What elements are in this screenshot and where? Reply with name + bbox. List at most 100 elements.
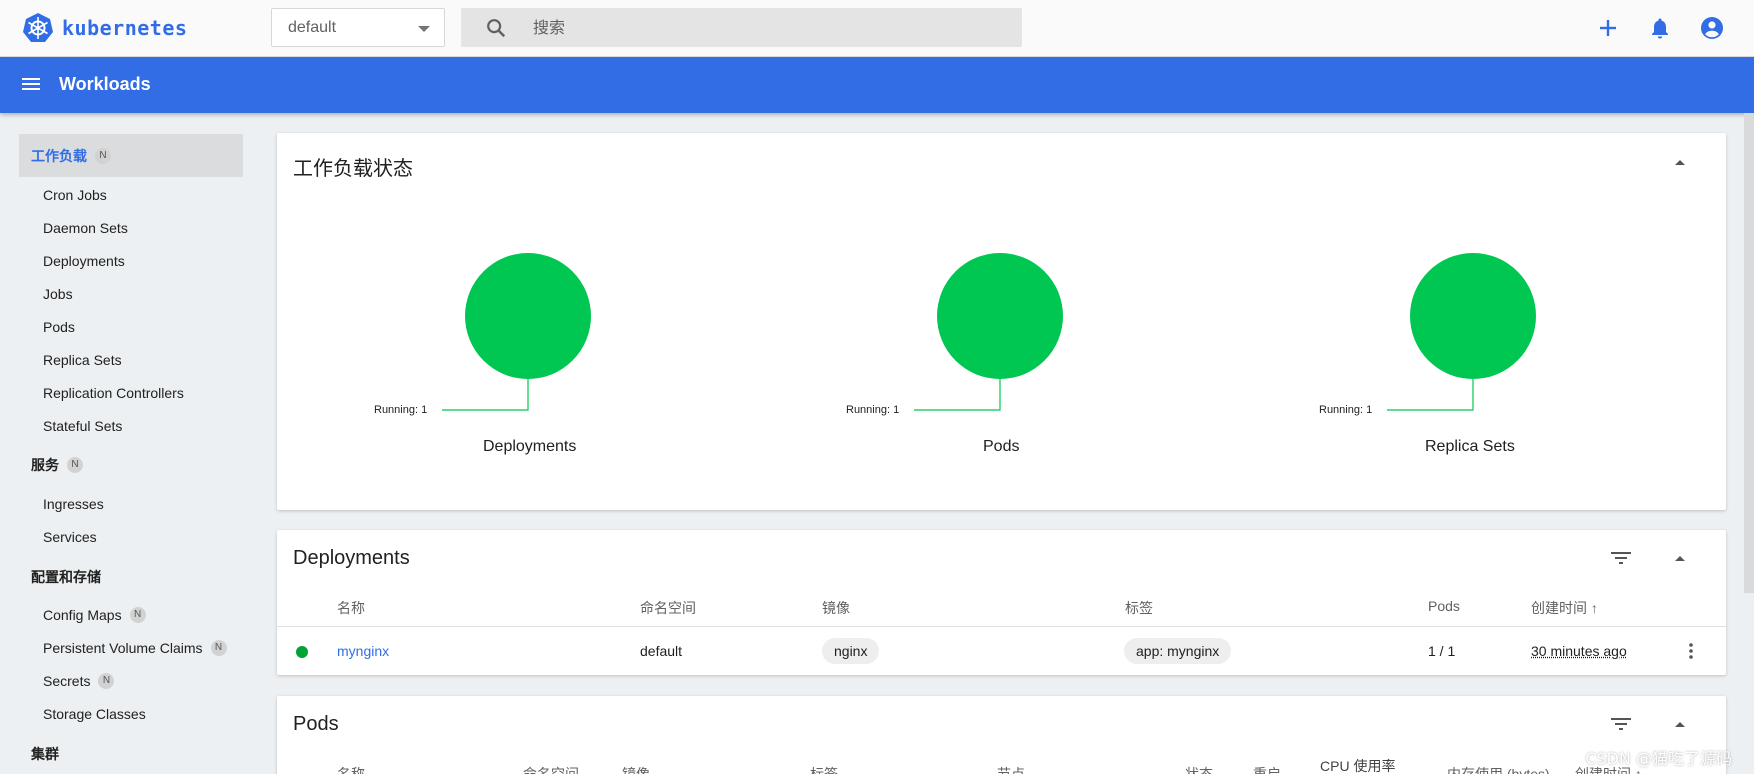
namespaced-badge: N <box>130 607 146 623</box>
sidebar-group-services[interactable]: 服务 N <box>19 443 243 486</box>
pods-cell: 1 / 1 <box>1428 643 1455 659</box>
running-status-icon <box>296 646 308 658</box>
sidebar-item-label: Cron Jobs <box>43 187 107 203</box>
running-legend: Running: 1 <box>1319 404 1372 416</box>
page-title: Workloads <box>59 74 151 95</box>
column-header-label: 创建时间 <box>1531 600 1587 616</box>
sidebar-item-ingresses[interactable]: Ingresses <box>43 496 104 512</box>
column-header-name[interactable]: 名称 <box>337 598 365 618</box>
sidebar-item-label: Ingresses <box>43 496 104 512</box>
create-button[interactable] <box>1593 13 1623 43</box>
kubernetes-logo[interactable]: kubernetes <box>22 12 187 44</box>
sidebar-item-label: Deployments <box>43 253 125 269</box>
sidebar: 工作负载 N Cron Jobs Daemon Sets Deployments… <box>0 113 260 774</box>
running-legend: Running: 1 <box>846 404 899 416</box>
notifications-button[interactable] <box>1645 13 1675 43</box>
filter-icon[interactable] <box>1610 550 1632 566</box>
sidebar-group-label: 工作负载 <box>31 146 87 166</box>
created-cell: 30 minutes ago <box>1531 643 1627 659</box>
chart-label: Deployments <box>483 438 576 456</box>
replica-sets-pie-chart <box>1293 253 1653 493</box>
sidebar-item-label: Config Maps <box>43 607 122 623</box>
deployments-status-chart: Running: 1 Deployments <box>348 253 708 493</box>
column-header-labels: 标签 <box>1125 598 1153 618</box>
column-header-cpu-usage: CPU 使用率 <box>1320 756 1395 774</box>
sidebar-item-stateful-sets[interactable]: Stateful Sets <box>43 418 122 434</box>
deployments-pie-chart <box>348 253 708 493</box>
watermark: CSDN @猫吃了源码 <box>1585 745 1732 769</box>
column-header-namespace: 命名空间 <box>640 598 696 618</box>
deployment-name-link[interactable]: mynginx <box>337 643 389 659</box>
column-header-images: 镜像 <box>822 598 850 618</box>
column-header-created[interactable]: 创建时间 ↑ <box>1531 598 1598 618</box>
kubernetes-wheel-icon <box>22 12 54 44</box>
namespaced-badge: N <box>95 148 111 164</box>
sidebar-item-daemon-sets[interactable]: Daemon Sets <box>43 220 128 236</box>
account-button[interactable] <box>1697 13 1727 43</box>
sidebar-item-replication-controllers[interactable]: Replication Controllers <box>43 385 184 401</box>
column-header-restarts: 重启 <box>1253 764 1281 774</box>
sidebar-group-cluster[interactable]: 集群 <box>19 732 243 774</box>
logo-text: kubernetes <box>62 16 187 40</box>
sidebar-item-label: Services <box>43 529 97 545</box>
column-header-status: 状态 <box>1185 764 1213 774</box>
sort-arrow-icon: ↑ <box>1591 600 1598 616</box>
sidebar-item-persistent-volume-claims[interactable]: Persistent Volume Claims N <box>43 640 227 656</box>
card-title: Deployments <box>293 547 410 570</box>
sidebar-item-pods[interactable]: Pods <box>43 319 75 335</box>
sidebar-group-config-storage[interactable]: 配置和存储 <box>19 555 243 598</box>
sidebar-item-label: Daemon Sets <box>43 220 128 236</box>
filter-icon[interactable] <box>1610 716 1632 732</box>
sidebar-item-label: Storage Classes <box>43 706 146 722</box>
column-header-pods: Pods <box>1428 598 1460 614</box>
sidebar-item-jobs[interactable]: Jobs <box>43 286 73 302</box>
workload-status-card: 工作负载状态 Running: 1 Deployments Running: 1… <box>277 133 1726 510</box>
sidebar-group-label: 配置和存储 <box>31 567 101 587</box>
sidebar-item-storage-classes[interactable]: Storage Classes <box>43 706 146 722</box>
collapse-icon[interactable] <box>1675 160 1685 165</box>
column-header-name[interactable]: 名称 <box>337 764 365 774</box>
namespaced-badge: N <box>98 673 114 689</box>
bell-icon <box>1650 17 1670 39</box>
deployments-running-slice <box>465 253 591 379</box>
sidebar-group-label: 集群 <box>31 744 59 764</box>
sidebar-item-label: Replica Sets <box>43 352 122 368</box>
menu-icon[interactable] <box>20 73 42 95</box>
sidebar-item-secrets[interactable]: Secrets N <box>43 673 114 689</box>
collapse-icon[interactable] <box>1675 722 1685 727</box>
sidebar-item-services[interactable]: Services <box>43 529 97 545</box>
app-bar: Workloads <box>0 57 1754 113</box>
collapse-icon[interactable] <box>1675 556 1685 561</box>
divider <box>277 626 1726 627</box>
sidebar-group-label: 服务 <box>31 455 59 475</box>
namespaced-badge: N <box>67 457 83 473</box>
replica-sets-running-slice <box>1410 253 1536 379</box>
plus-icon <box>1598 18 1618 38</box>
more-vert-icon[interactable] <box>1688 642 1694 660</box>
running-legend: Running: 1 <box>374 404 427 416</box>
search-bar[interactable] <box>461 8 1022 47</box>
account-circle-icon <box>1700 16 1724 40</box>
search-icon <box>485 17 507 39</box>
sidebar-item-config-maps[interactable]: Config Maps N <box>43 607 146 623</box>
sidebar-group-workloads[interactable]: 工作负载 N <box>19 134 243 177</box>
namespace-value: default <box>288 19 336 37</box>
sidebar-item-label: Secrets <box>43 673 90 689</box>
search-input[interactable] <box>533 8 1003 47</box>
namespace-select[interactable]: default <box>271 8 445 47</box>
sidebar-item-cron-jobs[interactable]: Cron Jobs <box>43 187 107 203</box>
column-header-images: 镜像 <box>622 764 650 774</box>
legend-leader-line <box>442 379 528 410</box>
legend-leader-line <box>1387 379 1473 410</box>
scrollbar[interactable] <box>1744 113 1754 593</box>
sidebar-item-label: Replication Controllers <box>43 385 184 401</box>
namespaced-badge: N <box>211 640 227 656</box>
sidebar-item-replica-sets[interactable]: Replica Sets <box>43 352 122 368</box>
namespace-cell: default <box>640 643 682 659</box>
replica-sets-status-chart: Running: 1 Replica Sets <box>1293 253 1653 493</box>
sidebar-item-deployments[interactable]: Deployments <box>43 253 125 269</box>
label-chip: app: mynginx <box>1124 638 1231 664</box>
deployments-card: Deployments 名称 命名空间 镜像 标签 Pods 创建时间 ↑ my… <box>277 530 1726 675</box>
chart-label: Replica Sets <box>1425 438 1515 456</box>
card-title: Pods <box>293 713 339 736</box>
